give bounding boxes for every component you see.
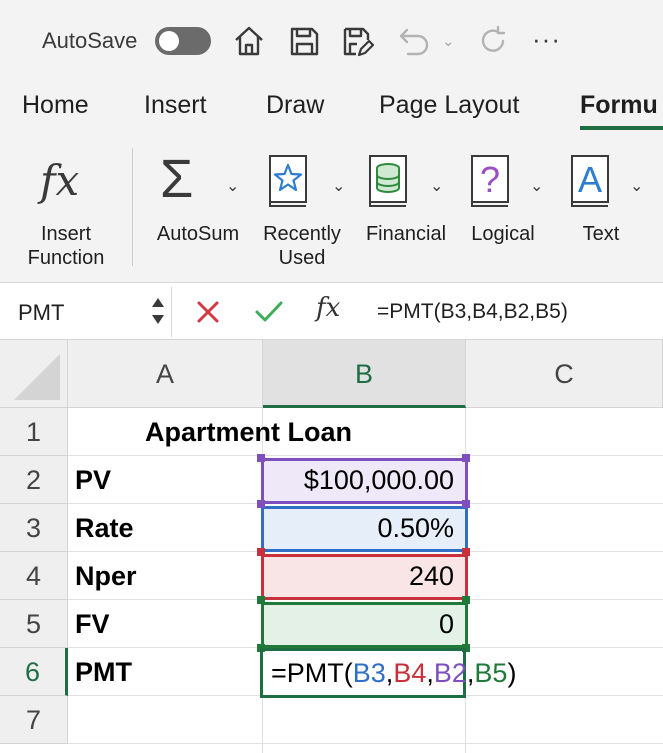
row-header-5[interactable]: 5 <box>0 600 68 648</box>
formula-ref-b5: B5 <box>474 658 508 688</box>
letter-a-book-icon: A <box>571 155 609 207</box>
cancel-icon[interactable] <box>195 299 221 325</box>
insert-function-fx-icon[interactable]: fx <box>316 293 340 323</box>
row-header-6[interactable]: 6 <box>0 648 68 696</box>
name-box[interactable]: PMT <box>0 287 172 337</box>
question-book-icon: ? <box>471 155 509 207</box>
row-header-3[interactable]: 3 <box>0 504 68 552</box>
insert-function-button[interactable]: fx Insert Function <box>10 140 122 275</box>
insert-function-label-line1: Insert <box>40 223 92 245</box>
save-as-icon[interactable] <box>340 24 374 58</box>
recently-used-label-line2: Used <box>278 247 326 269</box>
text-functions-button[interactable]: A ⌄ Text <box>560 140 643 275</box>
undo-icon[interactable] <box>396 24 430 58</box>
recently-used-button[interactable]: ⌄ Recently Used <box>254 140 350 275</box>
row-header-7[interactable]: 7 <box>0 696 68 744</box>
ribbon-tabs: Home Insert Draw Page Layout Formu <box>0 82 663 140</box>
save-icon[interactable] <box>287 24 321 58</box>
active-cell-b6[interactable]: =PMT(B3,B4,B2,B5) <box>260 648 516 698</box>
ribbon-separator <box>132 148 133 266</box>
tab-page-layout[interactable]: Page Layout <box>379 91 519 120</box>
insert-function-label-line2: Function <box>27 247 105 269</box>
column-header-b[interactable]: B <box>263 340 466 408</box>
formula-ref-b2: B2 <box>433 658 467 688</box>
cell-b2[interactable]: $100,000.00 <box>263 456 466 504</box>
logical-caret-icon[interactable]: ⌄ <box>530 176 543 196</box>
logical-label: Logical <box>471 223 535 245</box>
formula-bar: PMT fx =PMT(B3,B4,B2,B5) <box>0 282 663 340</box>
active-tab-indicator <box>580 126 663 130</box>
formula-ref-b4: B4 <box>393 658 427 688</box>
select-all-triangle-icon <box>14 354 60 400</box>
formula-input[interactable]: =PMT(B3,B4,B2,B5) <box>377 300 568 324</box>
text-caret-icon[interactable]: ⌄ <box>630 176 643 196</box>
financial-caret-icon[interactable]: ⌄ <box>430 176 443 196</box>
column-header-a[interactable]: A <box>68 340 263 408</box>
formula-ref-b3: B3 <box>352 658 386 688</box>
formula-separator: , <box>426 658 434 688</box>
row-header-2[interactable]: 2 <box>0 456 68 504</box>
cell-a3[interactable]: Rate <box>75 504 134 552</box>
toggle-knob <box>159 31 179 51</box>
autosum-button[interactable]: Σ ⌄ AutoSum <box>150 140 246 275</box>
undo-caret-icon[interactable]: ⌄ <box>442 32 455 50</box>
cell-b5[interactable]: 0 <box>263 600 466 648</box>
financial-button[interactable]: ⌄ Financial <box>356 140 456 275</box>
title-bar: AutoSave ⌄ ··· <box>0 0 663 82</box>
recently-used-caret-icon[interactable]: ⌄ <box>332 176 345 196</box>
cell-b6-formula[interactable]: =PMT(B3,B4,B2,B5) <box>271 651 516 695</box>
tab-insert[interactable]: Insert <box>144 91 207 120</box>
tab-home[interactable]: Home <box>22 91 89 120</box>
cell-a4[interactable]: Nper <box>75 552 137 600</box>
logical-button[interactable]: ? ⌄ Logical <box>460 140 546 275</box>
more-icon[interactable]: ··· <box>532 24 561 55</box>
name-box-stepper-icon[interactable] <box>150 293 166 329</box>
cell-a5[interactable]: FV <box>75 600 110 648</box>
gridline <box>68 743 663 744</box>
recently-used-label: Recently Used <box>254 222 350 270</box>
autosave-label: AutoSave <box>42 28 138 53</box>
cell-a1-title[interactable]: Apartment Loan <box>145 408 352 456</box>
cell-b4[interactable]: 240 <box>263 552 466 600</box>
insert-function-label: Insert Function <box>10 222 122 270</box>
formula-prefix: =PMT( <box>271 658 353 688</box>
tab-draw[interactable]: Draw <box>266 91 324 120</box>
row-header-4[interactable]: 4 <box>0 552 68 600</box>
redo-icon[interactable] <box>476 24 510 58</box>
cell-b3[interactable]: 0.50% <box>263 504 466 552</box>
sigma-icon: Σ <box>160 149 194 209</box>
coins-book-icon <box>369 155 407 207</box>
logical-glyph: ? <box>480 159 500 200</box>
cell-a2[interactable]: PV <box>75 456 111 504</box>
autosave-toggle[interactable] <box>155 27 211 55</box>
enter-check-icon[interactable] <box>254 299 284 325</box>
ribbon: fx Insert Function Σ ⌄ AutoSum ⌄ Recentl… <box>0 140 663 282</box>
text-glyph: A <box>578 159 602 200</box>
fx-icon: fx <box>40 156 80 205</box>
home-icon[interactable] <box>232 24 266 58</box>
autosum-label: AutoSum <box>156 223 240 245</box>
name-box-value: PMT <box>18 300 65 325</box>
column-header-c[interactable]: C <box>466 340 663 408</box>
recently-used-label-line1: Recently <box>263 223 341 245</box>
formula-suffix: ) <box>507 658 517 688</box>
row-header-1[interactable]: 1 <box>0 408 68 456</box>
spreadsheet-grid: A B C 1 2 3 4 5 6 7 Apartment Loan PV Ra… <box>0 340 663 753</box>
autosum-caret-icon[interactable]: ⌄ <box>226 176 239 196</box>
star-book-icon <box>269 155 307 207</box>
tab-formulas[interactable]: Formu <box>580 91 658 120</box>
text-functions-label: Text <box>582 223 620 245</box>
financial-label: Financial <box>365 223 447 245</box>
cell-a6[interactable]: PMT <box>75 648 132 696</box>
select-all-corner[interactable] <box>0 340 68 408</box>
